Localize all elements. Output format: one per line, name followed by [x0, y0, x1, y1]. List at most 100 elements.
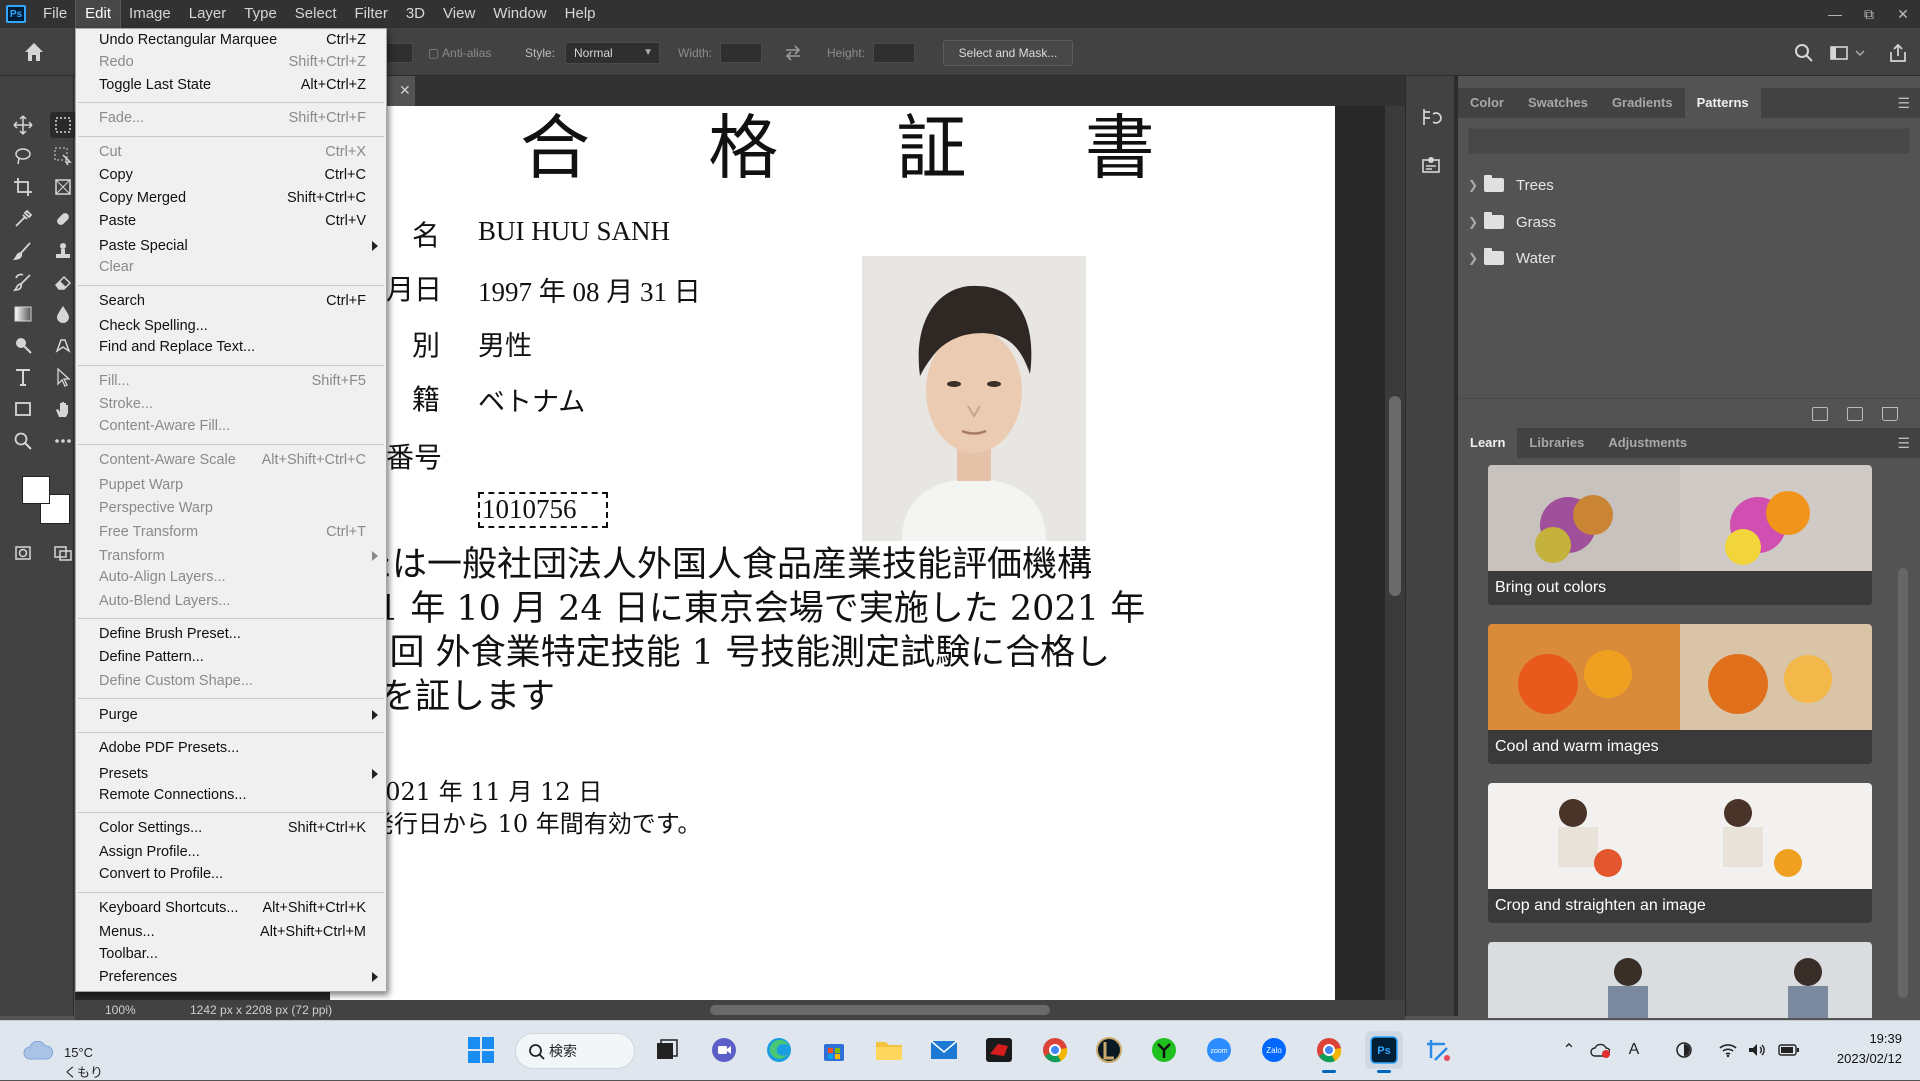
- clock-time[interactable]: 19:39: [1822, 1031, 1902, 1046]
- menu-3d[interactable]: 3D: [397, 0, 434, 28]
- tab-patterns[interactable]: Patterns: [1684, 88, 1761, 118]
- healing-brush-tool-icon[interactable]: [50, 206, 76, 232]
- menu-select[interactable]: Select: [286, 0, 346, 28]
- screen-mode-icon[interactable]: [50, 540, 76, 566]
- windows-start-icon[interactable]: [462, 1031, 500, 1069]
- panel-menu-icon[interactable]: ☰: [1897, 95, 1910, 112]
- menu-item-preferences[interactable]: Preferences: [76, 967, 386, 989]
- menu-window[interactable]: Window: [484, 0, 555, 28]
- rectangular-marquee-tool-icon[interactable]: [50, 112, 76, 138]
- tab-libraries[interactable]: Libraries: [1517, 428, 1596, 458]
- new-pattern-icon[interactable]: [1847, 407, 1863, 421]
- home-icon[interactable]: [22, 40, 46, 64]
- menu-item-fill[interactable]: Fill... Shift+F5: [76, 371, 386, 393]
- menu-item-content-aware-fill[interactable]: Content-Aware Fill...: [76, 416, 386, 438]
- pattern-group-grass[interactable]: ❯ Grass: [1468, 207, 1908, 237]
- style-select[interactable]: Normal ▼: [565, 42, 660, 64]
- menu-edit[interactable]: Edit: [75, 0, 122, 29]
- menu-image[interactable]: Image: [120, 0, 180, 28]
- history-brush-tool-icon[interactable]: [10, 269, 36, 295]
- height-input[interactable]: [873, 43, 915, 63]
- wifi-icon[interactable]: [1717, 1039, 1739, 1061]
- document-canvas[interactable]: 合 格 証 書 名 BUI HUU SANH 月日 1997 年 08 月 31…: [310, 106, 1335, 1000]
- menu-item-copy-merged[interactable]: Copy Merged Shift+Ctrl+C: [76, 188, 386, 210]
- cloud-status-icon[interactable]: [1589, 1039, 1611, 1061]
- learn-card[interactable]: Cool and warm images: [1488, 624, 1872, 764]
- vertical-scrollbar[interactable]: [1385, 106, 1405, 1000]
- menu-item-adobe-pdf-presets[interactable]: Adobe PDF Presets...: [76, 738, 386, 760]
- menu-item-content-aware-scale[interactable]: Content-Aware Scale Alt+Shift+Ctrl+C: [76, 450, 386, 472]
- menu-item-keyboard-shortcuts[interactable]: Keyboard Shortcuts... Alt+Shift+Ctrl+K: [76, 898, 386, 920]
- league-of-legends-icon[interactable]: [1090, 1031, 1128, 1069]
- more-tools-icon[interactable]: [50, 428, 76, 454]
- tab-color[interactable]: Color: [1458, 88, 1516, 118]
- feather-input[interactable]: [385, 43, 413, 63]
- properties-panel-icon[interactable]: [1420, 154, 1442, 176]
- menu-item-find-replace[interactable]: Find and Replace Text...: [76, 337, 386, 359]
- menu-item-menus[interactable]: Menus... Alt+Shift+Ctrl+M: [76, 922, 386, 944]
- learn-card[interactable]: Bring out colors: [1488, 465, 1872, 605]
- task-view-icon[interactable]: [648, 1031, 686, 1069]
- brush-tool-icon[interactable]: [10, 238, 36, 264]
- game-app-icon[interactable]: [1145, 1031, 1183, 1069]
- lasso-tool-icon[interactable]: [10, 143, 36, 169]
- clock-date[interactable]: 2023/02/12: [1802, 1051, 1902, 1066]
- delete-icon[interactable]: [1882, 407, 1898, 421]
- pattern-group-trees[interactable]: ❯ Trees: [1468, 170, 1908, 200]
- path-selection-tool-icon[interactable]: [50, 364, 76, 390]
- close-tab-icon[interactable]: ✕: [399, 82, 411, 99]
- snipping-tool-icon[interactable]: [1420, 1031, 1458, 1069]
- edge-browser-icon[interactable]: [760, 1031, 798, 1069]
- menu-item-copy[interactable]: Copy Ctrl+C: [76, 165, 386, 187]
- battery-icon[interactable]: [1778, 1039, 1800, 1061]
- menu-view[interactable]: View: [434, 0, 484, 28]
- file-explorer-icon[interactable]: [870, 1031, 908, 1069]
- menu-item-define-pattern[interactable]: Define Pattern...: [76, 647, 386, 669]
- menu-item-toggle-last-state[interactable]: Toggle Last State Alt+Ctrl+Z: [76, 75, 386, 97]
- select-and-mask-button[interactable]: Select and Mask...: [943, 40, 1073, 66]
- history-panel-icon[interactable]: [1420, 106, 1442, 128]
- menu-help[interactable]: Help: [556, 0, 605, 28]
- microsoft-store-icon[interactable]: [815, 1031, 853, 1069]
- photoshop-taskbar-icon[interactable]: Ps: [1365, 1031, 1403, 1073]
- menu-item-paste[interactable]: Paste Ctrl+V: [76, 211, 386, 233]
- clone-stamp-tool-icon[interactable]: [50, 238, 76, 264]
- chevron-up-icon[interactable]: ⌃: [1558, 1039, 1580, 1061]
- menu-item-color-settings[interactable]: Color Settings... Shift+Ctrl+K: [76, 818, 386, 840]
- eraser-tool-icon[interactable]: [50, 269, 76, 295]
- swap-icon[interactable]: [782, 42, 804, 64]
- eyedropper-tool-icon[interactable]: [10, 206, 36, 232]
- menu-item-fade[interactable]: Fade... Shift+Ctrl+F: [76, 108, 386, 130]
- ime-mode-icon[interactable]: A: [1623, 1039, 1645, 1061]
- taskbar-search[interactable]: 検索: [515, 1033, 635, 1069]
- width-input[interactable]: [720, 43, 762, 63]
- menu-item-define-custom-shape[interactable]: Define Custom Shape...: [76, 671, 386, 693]
- chrome-profile-icon[interactable]: [1310, 1031, 1348, 1073]
- zoom-level[interactable]: 100%: [105, 1003, 136, 1017]
- horizontal-scrollbar-thumb[interactable]: [710, 1005, 1050, 1015]
- menu-item-toolbar[interactable]: Toolbar...: [76, 944, 386, 966]
- volume-icon[interactable]: [1746, 1039, 1768, 1061]
- chevron-down-icon[interactable]: [1853, 42, 1867, 64]
- menu-filter[interactable]: Filter: [346, 0, 397, 28]
- chrome-icon[interactable]: [1036, 1031, 1074, 1069]
- menu-item-perspective-warp[interactable]: Perspective Warp: [76, 498, 386, 520]
- menu-item-paste-special[interactable]: Paste Special: [76, 236, 386, 258]
- foreground-color-swatch[interactable]: [22, 476, 50, 504]
- menu-item-redo[interactable]: Redo Shift+Ctrl+Z: [76, 52, 386, 74]
- workspace-icon[interactable]: [1828, 42, 1850, 64]
- new-group-icon[interactable]: [1812, 407, 1828, 421]
- menu-item-auto-blend-layers[interactable]: Auto-Blend Layers...: [76, 591, 386, 613]
- menu-item-search[interactable]: Search Ctrl+F: [76, 291, 386, 313]
- close-icon[interactable]: ✕: [1886, 0, 1920, 28]
- pattern-group-water[interactable]: ❯ Water: [1468, 243, 1908, 273]
- tab-swatches[interactable]: Swatches: [1516, 88, 1600, 118]
- ime-status-icon[interactable]: [1673, 1039, 1695, 1061]
- tab-gradients[interactable]: Gradients: [1600, 88, 1685, 118]
- zoom-app-icon[interactable]: zoom: [1200, 1031, 1238, 1069]
- scrollbar-thumb[interactable]: [1389, 396, 1401, 596]
- learn-card[interactable]: Crop and straighten an image: [1488, 783, 1872, 923]
- gradient-tool-icon[interactable]: [10, 301, 36, 327]
- learn-card[interactable]: [1488, 942, 1872, 1018]
- rectangle-tool-icon[interactable]: [10, 396, 36, 422]
